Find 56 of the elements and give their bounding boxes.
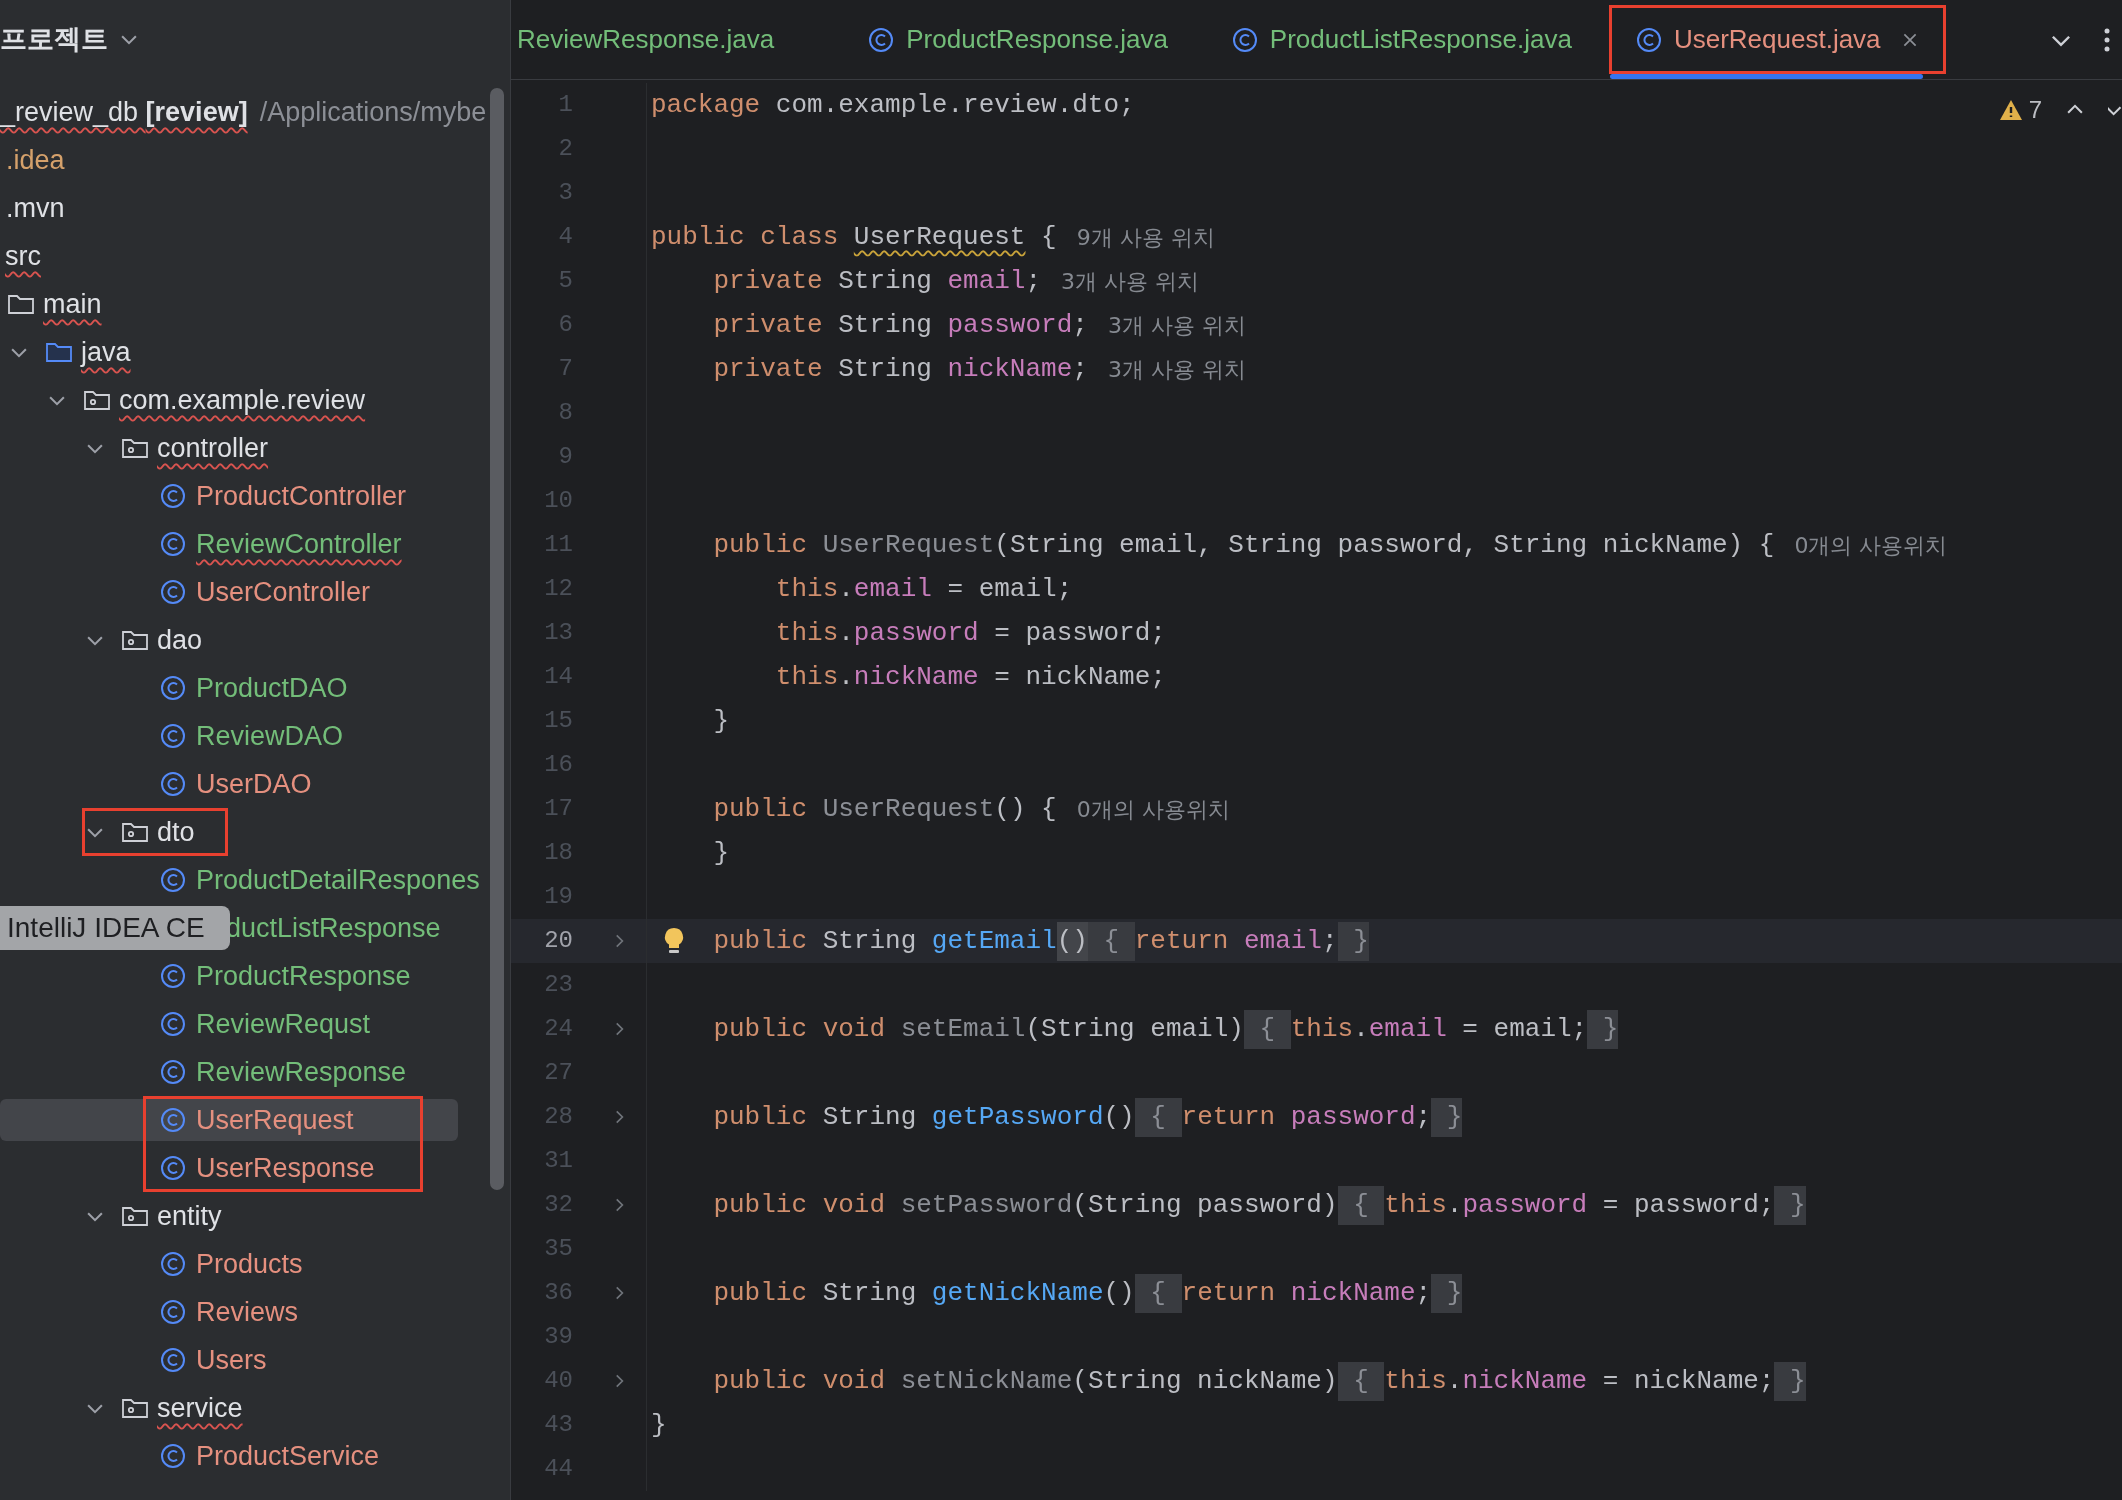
tree-item-label[interactable]: ProductController [196, 475, 407, 517]
warning-count[interactable]: 7 [2028, 92, 2042, 128]
code-line: } [651, 1408, 667, 1442]
tree-item-label[interactable]: UserController [196, 571, 371, 613]
code-line: } [712, 704, 729, 738]
tree-item-label[interactable]: ProductDetailRespones [196, 859, 480, 901]
code-line: public UserRequest(String email, String password, String nickName) { 0개의 사용위치 [712, 528, 1948, 562]
code-line: private String nickName; 3개 사용 위치 [712, 352, 1246, 386]
code-line: public String getNickName() { return nickName; } [651, 1273, 1463, 1313]
code-line: this.nickName = nickName; [774, 660, 1166, 694]
tree-item-label[interactable]: java [81, 331, 131, 373]
code-line: public String getPassword() { return password; } [651, 1097, 1463, 1137]
editor-tab[interactable]: ReviewResponse.java [511, 0, 837, 79]
sidebar-title[interactable]: 프로젝트 [0, 18, 108, 60]
editor-tab[interactable]: UserRequest.java [1603, 0, 1951, 79]
code-line: public void setPassword(String password) { this.password = password; } [651, 1185, 1806, 1225]
tree-item-label[interactable]: .idea [6, 139, 65, 181]
code-line: public void setNickName(String nickName) { this.nickName = nickName; } [651, 1361, 1806, 1401]
tree-item-label[interactable]: UserRequest [196, 1099, 354, 1141]
tree-item-label[interactable]: Products [196, 1243, 303, 1285]
tree-item-label[interactable]: ProductService [196, 1435, 380, 1477]
tree-item-label[interactable]: UserResponse [196, 1147, 375, 1189]
tree-item-label[interactable]: main [43, 283, 102, 325]
tree-item-label[interactable]: entity [157, 1195, 222, 1237]
tree-item-label[interactable]: _review_db [review] [0, 91, 248, 133]
code-line: public String getEmail() { return email; } [651, 921, 1369, 961]
tree-item-label[interactable]: service [157, 1387, 243, 1429]
tree-item-label[interactable]: ReviewDAO [196, 715, 344, 757]
tree-item-label[interactable]: com.example.review [119, 379, 366, 421]
code-line: package com.example.review.dto; [651, 88, 1135, 122]
code-line: this.password = password; [774, 616, 1166, 650]
tree-item-label[interactable]: ReviewController [196, 523, 402, 565]
code-line: public class UserRequest { 9개 사용 위치 [651, 220, 1215, 254]
tree-item-label[interactable]: UserDAO [196, 763, 312, 805]
tree-item-label[interactable]: ReviewRequst [196, 1003, 371, 1045]
tree-item-label[interactable]: Reviews [196, 1291, 299, 1333]
tree-item-label[interactable]: Users [196, 1339, 267, 1381]
code-line: public UserRequest() { 0개의 사용위치 [712, 792, 1230, 826]
tree-item-label[interactable]: ProductDAO [196, 667, 348, 709]
line-number: 20 [543, 926, 573, 956]
tree-item-label[interactable]: src [5, 235, 41, 277]
tree-item-label[interactable]: dto [157, 811, 195, 853]
tooltip: IntelliJ IDEA CE [0, 906, 230, 950]
code-line: this.email = email; [774, 572, 1073, 606]
code-line: public void setEmail(String email) { this.email = email; } [651, 1009, 1619, 1049]
code-line: } [712, 836, 729, 870]
code-line: private String password; 3개 사용 위치 [712, 308, 1246, 342]
project-path: /Applications/mybe [259, 95, 487, 129]
tree-item-label[interactable]: .mvn [6, 187, 65, 229]
tree-item-label[interactable]: ProductResponse [196, 955, 411, 997]
editor-tab[interactable]: ProductResponse.java [836, 0, 1200, 79]
editor-tab[interactable]: ProductListResponse.java [1199, 0, 1604, 79]
tree-item-label[interactable]: dao [157, 619, 203, 661]
tree-item-label[interactable]: ReviewResponse [196, 1051, 407, 1093]
code-line: private String email; 3개 사용 위치 [712, 264, 1200, 298]
tree-item-label[interactable]: controller [157, 427, 269, 469]
